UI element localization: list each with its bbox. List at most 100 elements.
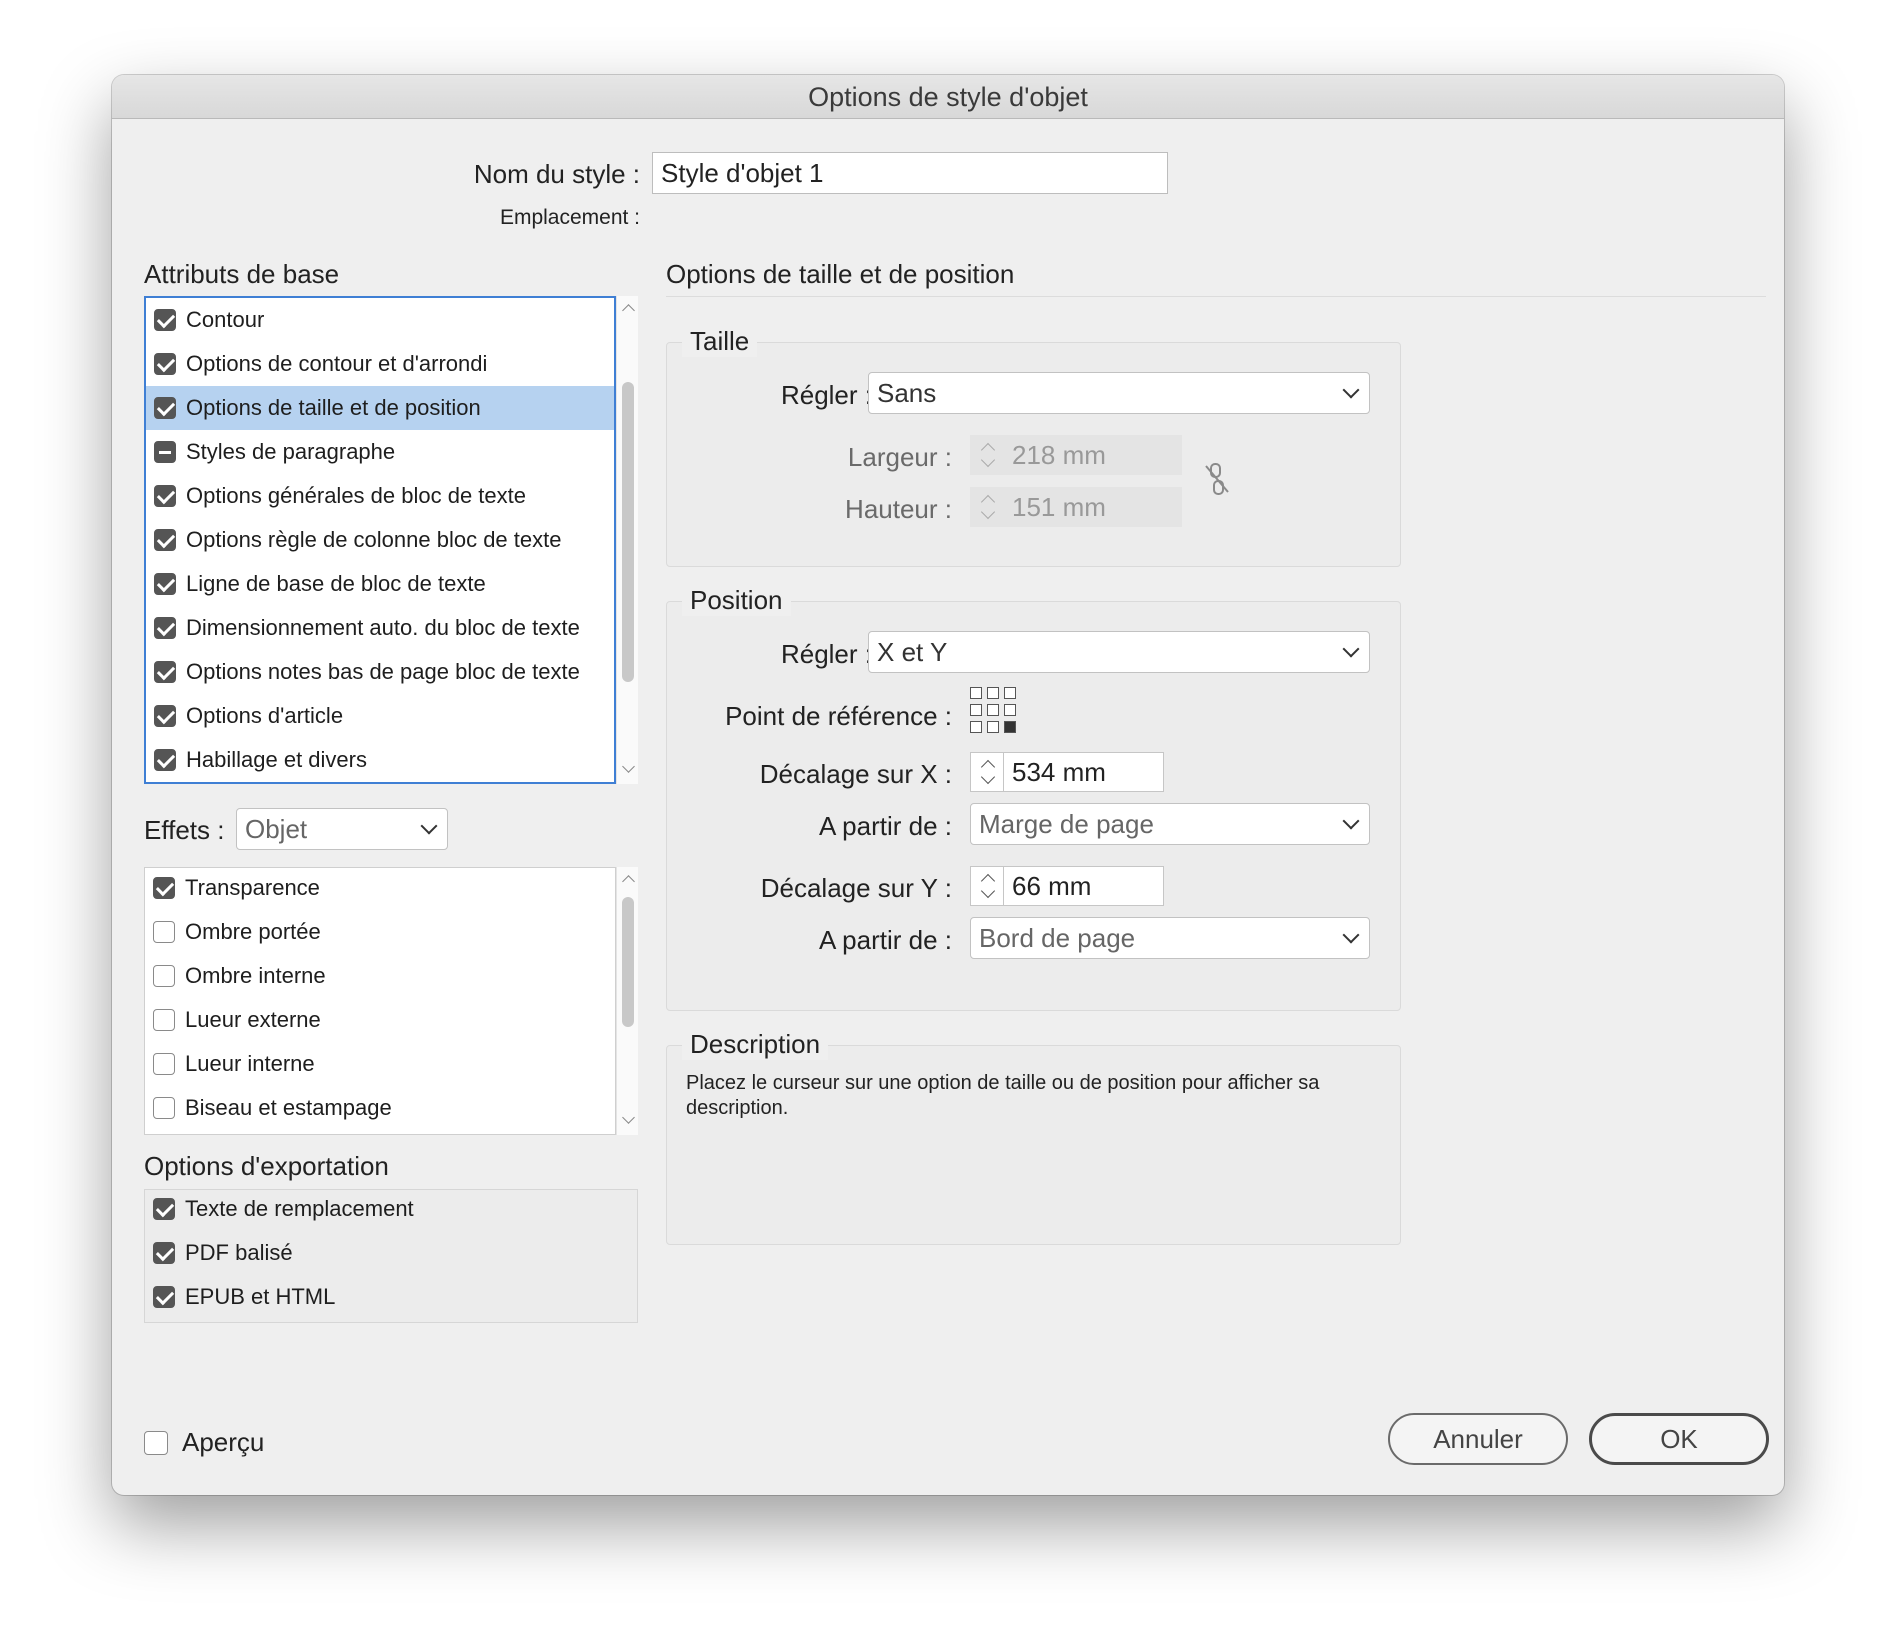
checkbox[interactable]	[154, 529, 176, 551]
list-item[interactable]: Ombre portée	[145, 910, 615, 954]
list-item[interactable]: Dimensionnement auto. du bloc de texte	[146, 606, 614, 650]
width-stepper-arrows[interactable]	[970, 435, 1004, 475]
width-value[interactable]: 218 mm	[1004, 435, 1182, 475]
style-name-input[interactable]: Style d'objet 1	[652, 152, 1168, 194]
chevron-down-icon	[1342, 640, 1360, 658]
effects-dropdown-value: Objet	[245, 813, 308, 844]
list-item[interactable]: Options règle de colonne bloc de texte	[146, 518, 614, 562]
effects-list[interactable]: Transparence Ombre portée Ombre interne Lue…	[144, 867, 616, 1135]
chevron-down-icon	[1342, 381, 1360, 399]
preview-checkbox[interactable]: Aperçu	[144, 1427, 264, 1458]
list-item[interactable]: Options de contour et d'arrondi	[146, 342, 614, 386]
list-item[interactable]: Options de taille et de position	[146, 386, 614, 430]
scroll-up-icon[interactable]	[622, 875, 635, 888]
x-from-value: Marge de page	[979, 808, 1154, 839]
list-item-label: Options notes bas de page bloc de texte	[186, 659, 580, 684]
size-adjust-dropdown[interactable]: Sans	[868, 372, 1370, 414]
checkbox[interactable]	[154, 573, 176, 595]
list-item[interactable]: Options notes bas de page bloc de texte	[146, 650, 614, 694]
checkbox[interactable]	[153, 1242, 175, 1264]
ok-button[interactable]: OK	[1589, 1413, 1769, 1465]
x-from-dropdown[interactable]: Marge de page	[970, 803, 1370, 845]
x-offset-value[interactable]: 534 mm	[1004, 752, 1164, 792]
list-item-label: Styles de paragraphe	[186, 439, 396, 464]
list-item[interactable]: Ligne de base de bloc de texte	[146, 562, 614, 606]
checkbox[interactable]	[154, 705, 176, 727]
ref-point-middle-right[interactable]	[1004, 704, 1016, 716]
effects-scrollbar[interactable]	[616, 867, 638, 1135]
ref-point-bottom-left[interactable]	[970, 721, 982, 733]
list-item[interactable]: Contour	[146, 298, 614, 342]
chevron-down-icon	[1342, 812, 1360, 830]
y-from-dropdown[interactable]: Bord de page	[970, 917, 1370, 959]
ref-point-bottom-center[interactable]	[987, 721, 999, 733]
list-item[interactable]: Lueur interne	[145, 1042, 615, 1086]
scroll-up-icon[interactable]	[622, 304, 635, 317]
ref-point-bottom-right[interactable]	[1004, 721, 1016, 733]
ref-point-top-left[interactable]	[970, 687, 982, 699]
list-item[interactable]: Transparence	[145, 866, 615, 910]
y-offset-value[interactable]: 66 mm	[1004, 866, 1164, 906]
ref-point-top-right[interactable]	[1004, 687, 1016, 699]
y-offset-stepper[interactable]: 66 mm	[970, 866, 1164, 906]
list-item[interactable]: PDF balisé	[145, 1231, 637, 1275]
checkbox[interactable]	[154, 661, 176, 683]
ref-point-center[interactable]	[987, 704, 999, 716]
list-item[interactable]: Options d'article	[146, 694, 614, 738]
x-from-label: A partir de :	[819, 811, 952, 841]
reference-point-grid[interactable]	[970, 687, 1020, 737]
checkbox[interactable]	[153, 1198, 175, 1220]
checkbox[interactable]	[153, 877, 175, 899]
list-item-label: Lueur externe	[185, 1007, 321, 1032]
scroll-down-icon[interactable]	[622, 1111, 635, 1124]
checkbox[interactable]	[154, 617, 176, 639]
checkbox[interactable]	[153, 1097, 175, 1119]
list-item[interactable]: Ombre interne	[145, 954, 615, 998]
checkbox[interactable]	[153, 1009, 175, 1031]
checkbox[interactable]	[153, 1286, 175, 1308]
size-adjust-label: Régler :	[780, 380, 872, 410]
effects-dropdown[interactable]: Objet	[236, 808, 448, 850]
basic-attributes-list[interactable]: Contour Options de contour et d'arrondi Op…	[144, 296, 616, 784]
checkbox[interactable]	[153, 921, 175, 943]
checkbox[interactable]	[154, 441, 176, 463]
checkbox[interactable]	[154, 353, 176, 375]
checkbox[interactable]	[153, 965, 175, 987]
checkbox[interactable]	[154, 309, 176, 331]
list-item[interactable]: Habillage et divers	[146, 738, 614, 782]
scroll-down-icon[interactable]	[622, 760, 635, 773]
height-stepper[interactable]: 151 mm	[970, 487, 1182, 527]
preview-checkbox-box[interactable]	[144, 1430, 168, 1455]
checkbox[interactable]	[153, 1053, 175, 1075]
ref-point-top-center[interactable]	[987, 687, 999, 699]
cancel-button[interactable]: Annuler	[1388, 1413, 1568, 1465]
list-item[interactable]: Options générales de bloc de texte	[146, 474, 614, 518]
chain-broken-icon[interactable]	[1202, 462, 1232, 496]
checkbox[interactable]	[154, 485, 176, 507]
list-item[interactable]: Texte de remplacement	[145, 1187, 637, 1231]
scroll-thumb[interactable]	[622, 382, 634, 682]
list-item[interactable]: Lueur externe	[145, 998, 615, 1042]
list-item[interactable]: Biseau et estampage	[145, 1086, 615, 1130]
basic-attributes-scrollbar[interactable]	[616, 296, 638, 784]
list-item-label: Options règle de colonne bloc de texte	[186, 527, 562, 552]
height-value[interactable]: 151 mm	[1004, 487, 1182, 527]
checkbox[interactable]	[154, 749, 176, 771]
height-stepper-arrows[interactable]	[970, 487, 1004, 527]
ref-point-middle-left[interactable]	[970, 704, 982, 716]
list-item[interactable]: EPUB et HTML	[145, 1275, 637, 1319]
position-adjust-dropdown[interactable]: X et Y	[868, 631, 1370, 673]
width-label: Largeur :	[847, 442, 952, 472]
list-item[interactable]: Styles de paragraphe	[146, 430, 614, 474]
scroll-thumb[interactable]	[622, 897, 634, 1027]
y-offset-stepper-arrows[interactable]	[970, 866, 1004, 906]
width-stepper[interactable]: 218 mm	[970, 435, 1182, 475]
list-item-label: Options générales de bloc de texte	[186, 483, 527, 508]
y-from-value: Bord de page	[979, 922, 1136, 953]
checkbox[interactable]	[154, 397, 176, 419]
x-offset-stepper[interactable]: 534 mm	[970, 752, 1164, 792]
x-offset-stepper-arrows[interactable]	[970, 752, 1004, 792]
size-group-title: Taille	[682, 326, 758, 357]
dialog-title: Options de style d'objet	[112, 75, 1784, 119]
list-item-label: Ombre portée	[185, 919, 321, 944]
